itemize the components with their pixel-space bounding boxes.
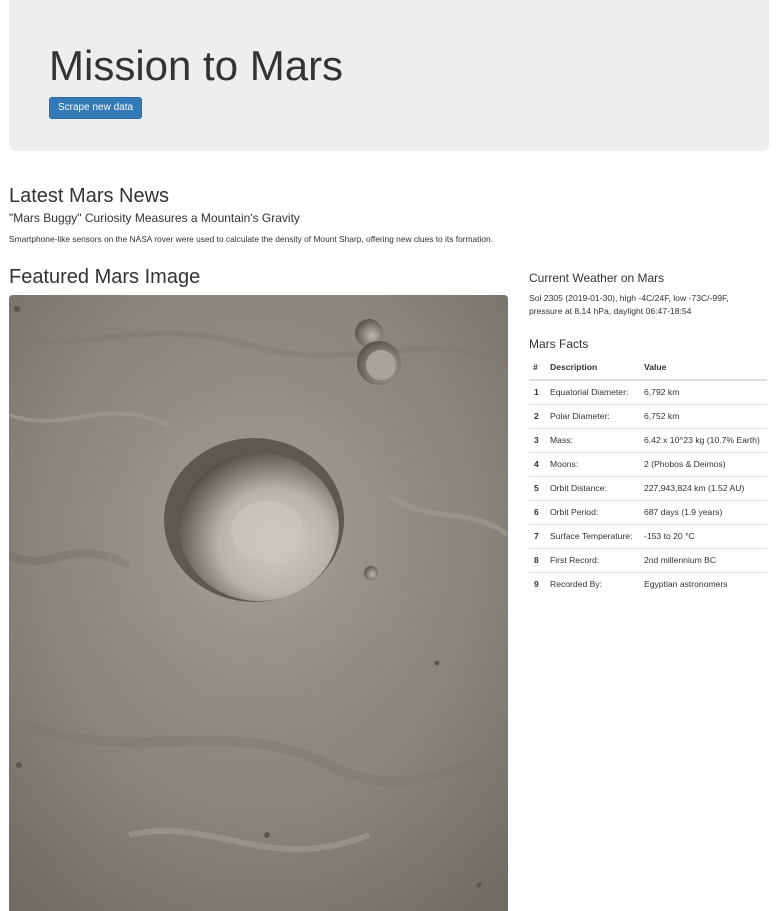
header-jumbotron: Mission to Mars Scrape new data bbox=[9, 0, 769, 151]
table-row: 2 Polar Diameter: 6,752 km bbox=[529, 404, 767, 429]
row-description: Recorded By: bbox=[546, 572, 640, 596]
row-value: -153 to 20 °C bbox=[640, 524, 767, 549]
column-header-description: Description bbox=[546, 357, 640, 381]
row-number: 5 bbox=[529, 476, 546, 501]
table-row: 4 Moons: 2 (Phobos & Deimos) bbox=[529, 452, 767, 477]
row-value: 6.42 x 10^23 kg (10.7% Earth) bbox=[640, 428, 767, 453]
row-description: Surface Temperature: bbox=[546, 524, 640, 549]
featured-section-title: Featured Mars Image bbox=[9, 266, 201, 288]
row-number: 8 bbox=[529, 548, 546, 573]
row-number: 1 bbox=[529, 379, 546, 405]
mars-facts-table: # Description Value 1 Equatorial Diamete… bbox=[529, 357, 767, 596]
page-title: Mission to Mars bbox=[49, 42, 344, 89]
row-description: Orbit Distance: bbox=[546, 476, 640, 501]
table-row: 5 Orbit Distance: 227,943,824 km (1.52 A… bbox=[529, 476, 767, 501]
news-teaser: Smartphone-like sensors on the NASA rove… bbox=[9, 234, 493, 244]
weather-section-title: Current Weather on Mars bbox=[529, 271, 665, 285]
row-description: Equatorial Diameter: bbox=[546, 379, 640, 405]
table-row: 1 Equatorial Diameter: 6,792 km bbox=[529, 379, 767, 405]
weather-report: Sol 2305 (2019-01-30), high -4C/24F, low… bbox=[529, 293, 729, 316]
news-section-title: Latest Mars News bbox=[9, 185, 170, 207]
row-value: 6,792 km bbox=[640, 379, 767, 405]
facts-section-title: Mars Facts bbox=[529, 337, 589, 351]
table-row: 6 Orbit Period: 687 days (1.9 years) bbox=[529, 500, 767, 525]
news-headline: "Mars Buggy" Curiosity Measures a Mounta… bbox=[9, 211, 300, 225]
row-description: Polar Diameter: bbox=[546, 404, 640, 429]
column-header-value: Value bbox=[640, 357, 767, 381]
row-description: Moons: bbox=[546, 452, 640, 477]
row-value: 2nd millennium BC bbox=[640, 548, 767, 573]
row-number: 4 bbox=[529, 452, 546, 477]
row-number: 9 bbox=[529, 572, 546, 596]
table-row: 7 Surface Temperature: -153 to 20 °C bbox=[529, 524, 767, 549]
row-number: 2 bbox=[529, 404, 546, 429]
scrape-button[interactable]: Scrape new data bbox=[49, 97, 143, 119]
row-number: 6 bbox=[529, 500, 546, 525]
row-value: 227,943,824 km (1.52 AU) bbox=[640, 476, 767, 501]
row-value: Egyptian astronomers bbox=[640, 572, 767, 596]
row-description: Orbit Period: bbox=[546, 500, 640, 525]
row-value: 2 (Phobos & Deimos) bbox=[640, 452, 767, 477]
mars-crater-photo-icon bbox=[9, 295, 508, 911]
row-number: 7 bbox=[529, 524, 546, 549]
column-header-number: # bbox=[529, 357, 546, 381]
row-value: 687 days (1.9 years) bbox=[640, 500, 767, 525]
table-row: 8 First Record: 2nd millennium BC bbox=[529, 548, 767, 573]
table-row: 9 Recorded By: Egyptian astronomers bbox=[529, 572, 767, 596]
row-description: Mass: bbox=[546, 428, 640, 453]
row-description: First Record: bbox=[546, 548, 640, 573]
facts-header-row: # Description Value bbox=[529, 357, 767, 381]
row-number: 3 bbox=[529, 428, 546, 453]
row-value: 6,752 km bbox=[640, 404, 767, 429]
table-row: 3 Mass: 6.42 x 10^23 kg (10.7% Earth) bbox=[529, 428, 767, 453]
featured-mars-image bbox=[9, 295, 508, 911]
